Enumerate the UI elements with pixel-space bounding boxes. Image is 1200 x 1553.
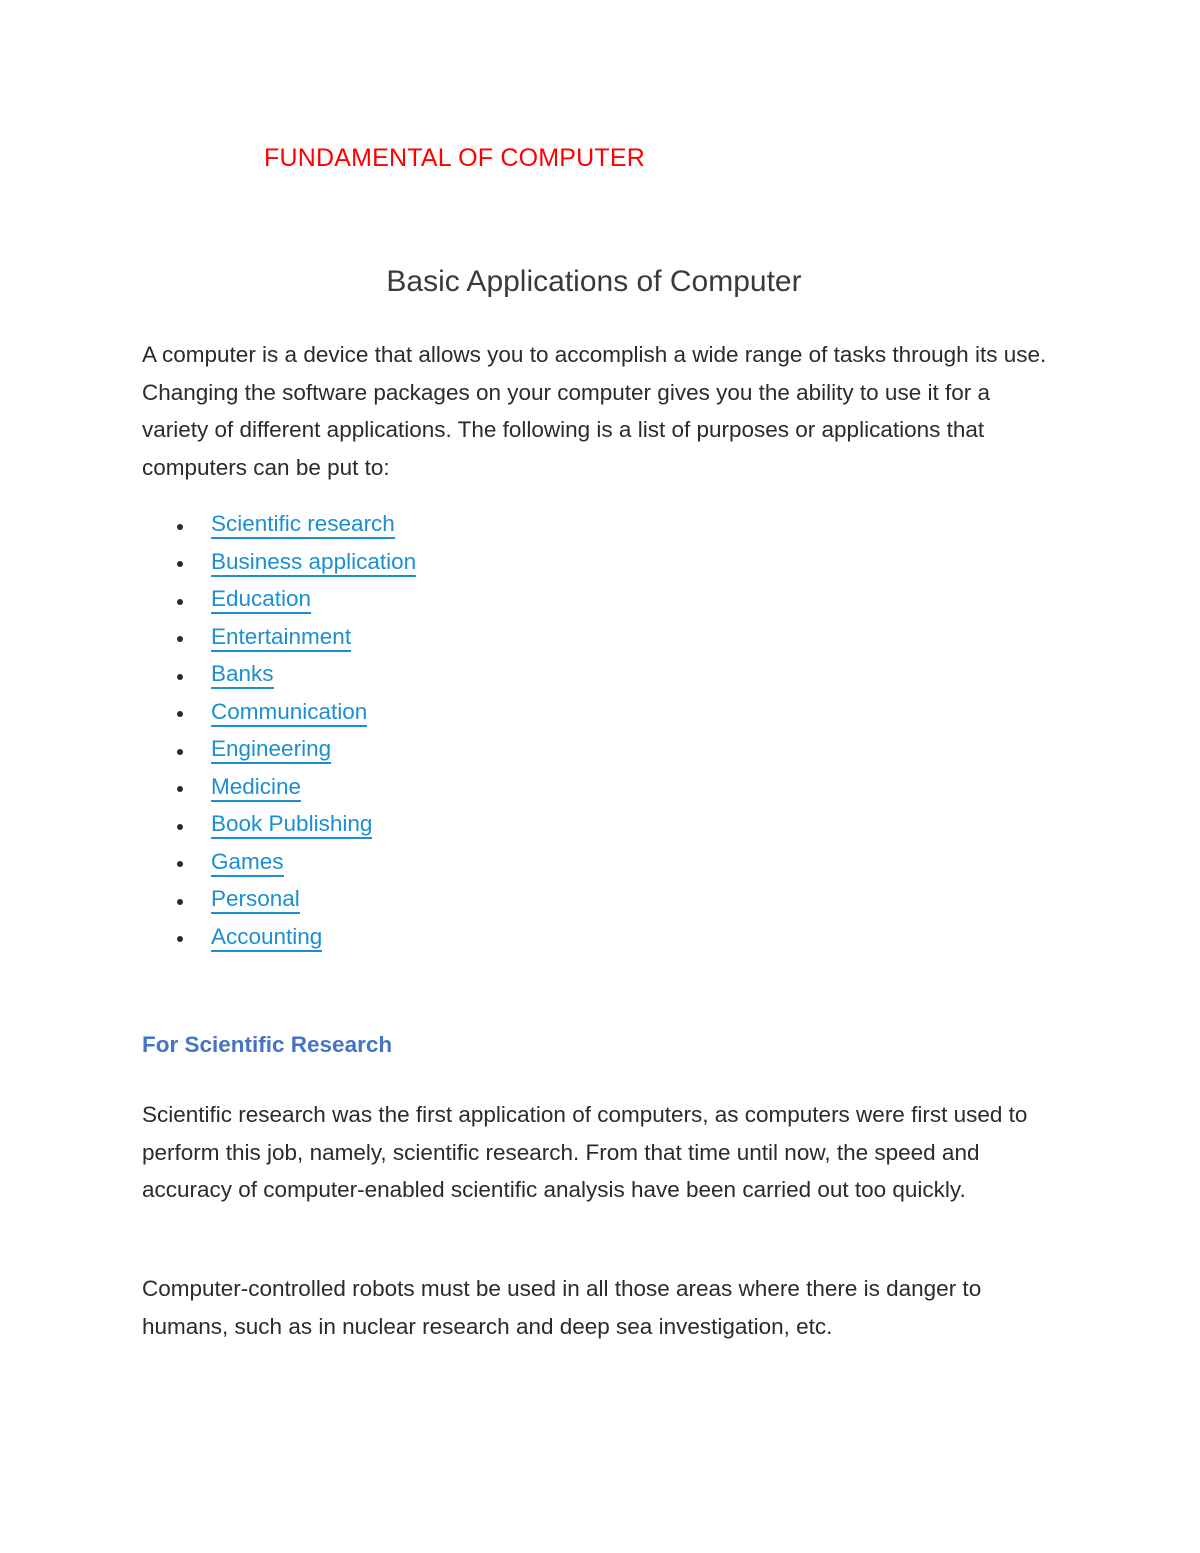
- bullet-icon: [177, 936, 183, 943]
- link-engineering[interactable]: Engineering: [211, 736, 332, 764]
- list-item: Book Publishing: [142, 808, 1048, 846]
- link-games[interactable]: Games: [211, 848, 284, 877]
- list-item: Games: [142, 846, 1048, 884]
- list-item: Accounting: [142, 921, 1048, 959]
- applications-link-list: Scientific research Business application…: [142, 508, 1048, 958]
- scientific-research-paragraph-1: Scientific research was the first applic…: [142, 1102, 1028, 1202]
- document-title: FUNDAMENTAL OF COMPUTER: [264, 144, 645, 172]
- main-heading: Basic Applications of Computer: [386, 265, 802, 298]
- link-business-application[interactable]: Business application: [211, 548, 417, 577]
- bullet-icon: [177, 711, 183, 718]
- bullet-icon: [177, 561, 183, 568]
- list-item: Banks: [142, 658, 1048, 696]
- scientific-research-paragraph-2: Computer-controlled robots must be used …: [142, 1276, 982, 1339]
- link-education[interactable]: Education: [211, 586, 312, 614]
- list-item: Communication: [142, 696, 1048, 734]
- bullet-icon: [177, 748, 183, 755]
- bullet-icon: [177, 898, 183, 905]
- list-item: Education: [142, 583, 1048, 621]
- link-personal[interactable]: Personal: [211, 886, 300, 914]
- list-item: Engineering: [142, 733, 1048, 771]
- document-page: FUNDAMENTAL OF COMPUTER Basic Applicatio…: [0, 0, 1200, 1553]
- bullet-icon: [177, 786, 183, 793]
- link-accounting[interactable]: Accounting: [211, 923, 323, 952]
- bullet-icon: [177, 861, 183, 868]
- link-banks[interactable]: Banks: [211, 661, 274, 689]
- link-book-publishing[interactable]: Book Publishing: [211, 811, 373, 839]
- link-entertainment[interactable]: Entertainment: [211, 623, 352, 652]
- link-medicine[interactable]: Medicine: [211, 773, 302, 802]
- bullet-icon: [177, 598, 183, 605]
- bullet-icon: [177, 523, 183, 530]
- list-item: Personal: [142, 883, 1048, 921]
- link-scientific-research[interactable]: Scientific research: [211, 511, 395, 539]
- list-item: Scientific research: [142, 508, 1048, 546]
- intro-paragraph: A computer is a device that allows you t…: [142, 342, 1047, 480]
- list-item: Medicine: [142, 771, 1048, 809]
- list-item: Entertainment: [142, 621, 1048, 659]
- list-item: Business application: [142, 546, 1048, 584]
- bullet-icon: [177, 636, 183, 643]
- link-communication[interactable]: Communication: [211, 698, 368, 727]
- bullet-icon: [177, 823, 183, 830]
- section-heading-scientific-research: For Scientific Research: [142, 1032, 393, 1057]
- bullet-icon: [177, 673, 183, 680]
